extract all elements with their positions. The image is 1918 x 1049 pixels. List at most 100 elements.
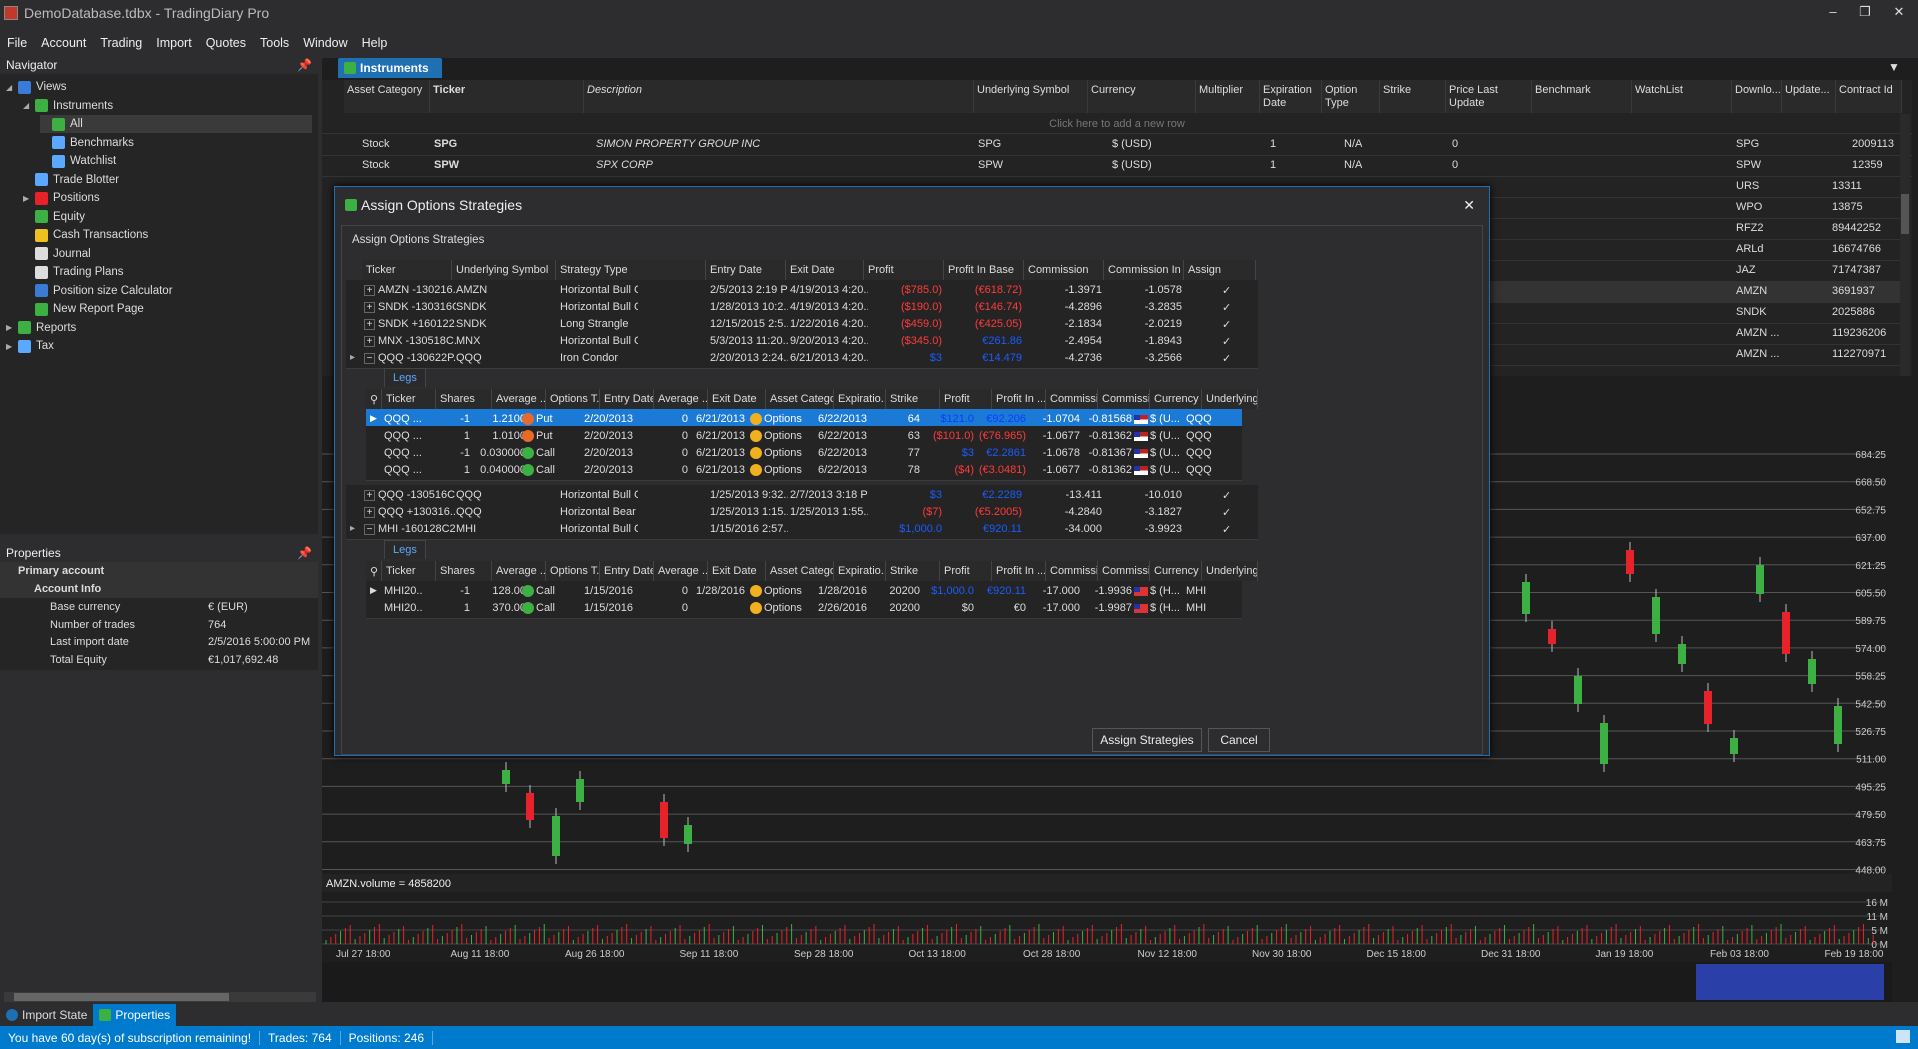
leg-column-header[interactable]: Shares: [436, 389, 492, 409]
nav-item-benchmarks[interactable]: Benchmarks: [40, 134, 134, 152]
leg-column-header[interactable]: Profit In ...: [992, 561, 1046, 581]
column-header[interactable]: WatchList: [1632, 80, 1732, 113]
expand-icon[interactable]: ◢: [6, 83, 16, 92]
tab-menu-chevron-icon[interactable]: ▼: [1888, 60, 1900, 74]
expand-toggle-icon[interactable]: +: [364, 319, 375, 330]
column-header[interactable]: Option Type: [1322, 80, 1380, 113]
menu-help[interactable]: Help: [355, 36, 395, 50]
nav-item-instruments[interactable]: ◢ Instruments: [23, 97, 113, 115]
table-row[interactable]: JAZ 71747387: [1488, 261, 1900, 282]
assign-checkbox[interactable]: ✓: [1222, 318, 1231, 331]
notification-icon[interactable]: [1896, 1030, 1910, 1043]
leg-column-header[interactable]: Commission: [1046, 389, 1098, 409]
table-row[interactable]: AMZN 3691937: [1488, 282, 1900, 303]
new-row-placeholder[interactable]: Click here to add a new row: [322, 114, 1912, 134]
leg-column-header[interactable]: Underlying...: [1202, 561, 1258, 581]
legs-tab[interactable]: Legs: [384, 540, 426, 559]
leg-column-header[interactable]: Entry Date: [600, 561, 654, 581]
horizontal-scrollbar[interactable]: [4, 992, 316, 1002]
leg-column-header[interactable]: Expiratio...: [834, 389, 886, 409]
property-row[interactable]: Base currency € (EUR): [0, 598, 318, 616]
range-selector[interactable]: [1696, 964, 1884, 1000]
column-header[interactable]: Asset Category: [344, 80, 430, 113]
assign-checkbox[interactable]: ✓: [1222, 489, 1231, 502]
column-header[interactable]: Update...: [1782, 80, 1836, 113]
navigator-strip[interactable]: [322, 962, 1892, 1002]
leg-column-header[interactable]: Profit: [940, 561, 992, 581]
column-header[interactable]: Entry Date: [706, 260, 786, 280]
table-row[interactable]: ARLd 16674766: [1488, 240, 1900, 261]
nav-item-journal[interactable]: Journal: [23, 245, 91, 263]
strategy-row[interactable]: ▸ − QQQ -130622P... QQQ Iron Condor 2/20/2013…: [346, 348, 1258, 369]
leg-column-header[interactable]: Shares: [436, 561, 492, 581]
column-header[interactable]: Profit In Base: [944, 260, 1024, 280]
search-icon[interactable]: ⚲: [366, 389, 382, 409]
leg-column-header[interactable]: Average ...: [654, 561, 708, 581]
menu-tools[interactable]: Tools: [253, 36, 296, 50]
leg-column-header[interactable]: Strike: [886, 561, 940, 581]
close-button[interactable]: ✕: [1884, 4, 1914, 22]
leg-column-header[interactable]: Profit In ...: [992, 389, 1046, 409]
expand-toggle-icon[interactable]: +: [364, 507, 375, 518]
legs-tab[interactable]: Legs: [384, 368, 426, 387]
leg-column-header[interactable]: Asset Category: [766, 561, 834, 581]
assign-checkbox[interactable]: ✓: [1222, 523, 1231, 536]
menu-window[interactable]: Window: [296, 36, 354, 50]
expand-icon[interactable]: ▶: [6, 342, 16, 351]
leg-column-header[interactable]: Currency: [1150, 389, 1202, 409]
column-header[interactable]: Underlying Symbol: [974, 80, 1088, 113]
leg-column-header[interactable]: Asset Category: [766, 389, 834, 409]
leg-column-header[interactable]: Average ...: [492, 389, 546, 409]
account-info-section[interactable]: Account Info: [0, 580, 318, 598]
leg-column-header[interactable]: Average ...: [654, 389, 708, 409]
leg-column-header[interactable]: Options T...: [546, 561, 600, 581]
minimize-button[interactable]: –: [1818, 4, 1848, 22]
column-header[interactable]: Ticker: [362, 260, 452, 280]
table-row[interactable]: RFZ2 89442252: [1488, 219, 1900, 240]
leg-column-header[interactable]: Strike: [886, 389, 940, 409]
nav-item-views[interactable]: ◢ Views: [6, 78, 66, 96]
leg-column-header[interactable]: Ticker: [382, 389, 436, 409]
table-row[interactable]: Stock SPW SPX CORP SPW $ (USD) 1 N/A 0 SPW 12359: [322, 156, 1912, 177]
nav-item-position-size-calculator[interactable]: Position size Calculator: [23, 282, 173, 300]
expand-toggle-icon[interactable]: +: [364, 302, 375, 313]
nav-item-trade-blotter[interactable]: Trade Blotter: [23, 171, 119, 189]
assign-checkbox[interactable]: ✓: [1222, 335, 1231, 348]
nav-item-new-report-page[interactable]: New Report Page: [23, 300, 144, 318]
leg-column-header[interactable]: Profit: [940, 389, 992, 409]
property-row[interactable]: Total Equity €1,017,692.48: [0, 651, 318, 669]
pin-icon[interactable]: 📌: [297, 546, 312, 560]
column-header[interactable]: Profit: [864, 260, 944, 280]
leg-column-header[interactable]: Exit Date: [708, 389, 766, 409]
leg-column-header[interactable]: Underlying...: [1202, 389, 1258, 409]
leg-column-header[interactable]: Commissi...: [1098, 389, 1150, 409]
menu-trading[interactable]: Trading: [93, 36, 149, 50]
property-row[interactable]: Last import date 2/5/2016 5:00:00 PM: [0, 633, 318, 651]
column-header[interactable]: Contract Id: [1836, 80, 1902, 113]
assign-checkbox[interactable]: ✓: [1222, 284, 1231, 297]
nav-item-all[interactable]: All: [40, 115, 312, 133]
leg-column-header[interactable]: Exit Date: [708, 561, 766, 581]
column-header[interactable]: Commission: [1024, 260, 1104, 280]
leg-column-header[interactable]: Average ...: [492, 561, 546, 581]
column-header[interactable]: Price Last Update: [1446, 80, 1532, 113]
column-header[interactable]: Expiration Date: [1260, 80, 1322, 113]
leg-column-header[interactable]: Commissi...: [1098, 561, 1150, 581]
dialog-close-icon[interactable]: ✕: [1463, 197, 1475, 214]
search-icon[interactable]: ⚲: [366, 561, 382, 581]
menu-file[interactable]: File: [0, 36, 34, 50]
expand-toggle-icon[interactable]: +: [364, 490, 375, 501]
tab-properties[interactable]: Properties: [93, 1004, 177, 1026]
expand-icon[interactable]: ▶: [23, 194, 33, 203]
expand-toggle-icon[interactable]: −: [364, 353, 375, 364]
nav-item-tax[interactable]: ▶ Tax: [6, 337, 54, 355]
nav-item-watchlist[interactable]: Watchlist: [40, 152, 116, 170]
tab-import-state[interactable]: Import State: [0, 1004, 93, 1026]
expand-toggle-icon[interactable]: −: [364, 524, 375, 535]
nav-item-cash-transactions[interactable]: Cash Transactions: [23, 226, 148, 244]
pin-icon[interactable]: 📌: [297, 58, 312, 72]
assign-checkbox[interactable]: ✓: [1222, 506, 1231, 519]
nav-item-positions[interactable]: ▶ Positions: [23, 189, 100, 207]
leg-column-header[interactable]: Commission: [1046, 561, 1098, 581]
column-header[interactable]: Benchmark: [1532, 80, 1632, 113]
